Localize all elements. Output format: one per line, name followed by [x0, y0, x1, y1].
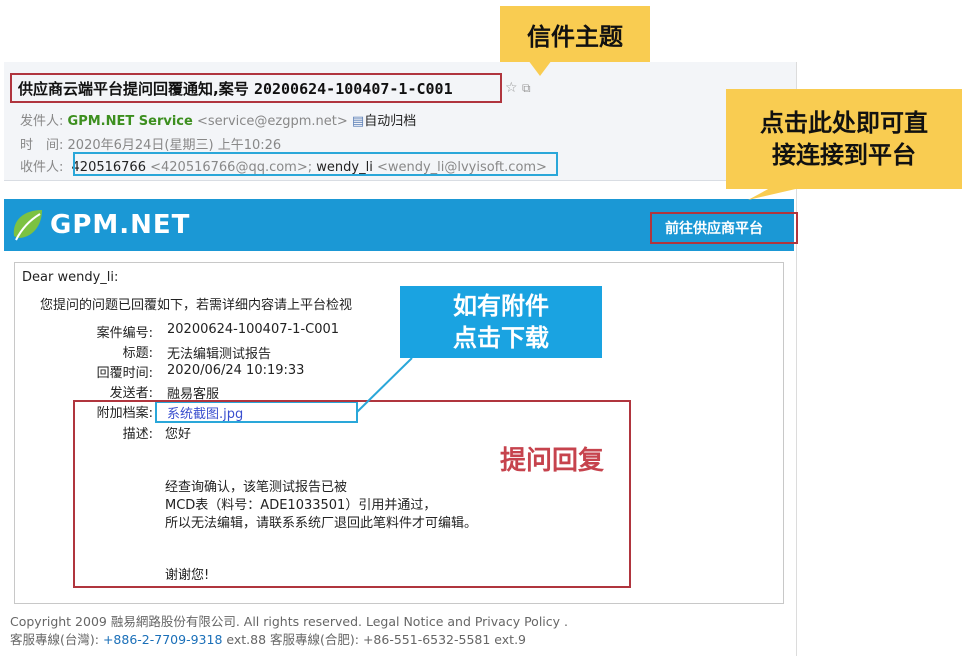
portal-callout-line-1: 点击此处即可直 — [760, 109, 928, 137]
portal-callout-line-2: 接连接到平台 — [772, 141, 916, 169]
subject-callout-text: 信件主题 — [527, 22, 623, 51]
attachment-callout: 如有附件 点击下载 — [400, 286, 602, 358]
attachment-callout-line-2: 点击下载 — [453, 324, 549, 352]
attachment-callout-line — [356, 357, 413, 413]
reply-callout-label: 提问回复 — [500, 446, 605, 476]
subject-callout-tail — [528, 60, 552, 76]
portal-callout: 点击此处即可直 接连接到平台 — [726, 89, 962, 189]
subject-callout: 信件主题 — [500, 6, 650, 62]
attachment-callout-line-1: 如有附件 — [453, 292, 549, 320]
portal-callout-tail — [748, 188, 800, 200]
